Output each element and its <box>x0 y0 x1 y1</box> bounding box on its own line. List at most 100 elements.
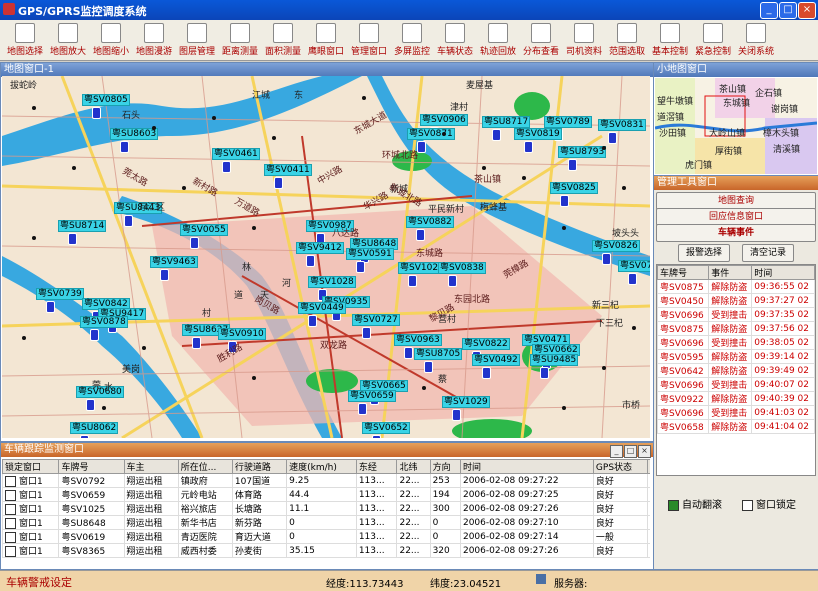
vehicle-car-icon[interactable] <box>628 273 637 285</box>
tracking-col-header[interactable]: 时间 <box>459 459 594 474</box>
alarm-setting-link[interactable]: 车辆警戒设定 <box>6 574 72 590</box>
tracking-lock-cell[interactable]: 窗口1 <box>2 515 60 530</box>
vehicle-label[interactable]: 粤SU8717 <box>482 116 531 128</box>
lock-checkbox[interactable] <box>5 490 16 501</box>
tab-vehicle-events[interactable]: 车辆事件 <box>656 224 816 242</box>
toolbar-button-14[interactable]: 范围选取 <box>606 22 648 58</box>
auto-scroll-checkbox[interactable]: 自动翻滚 <box>668 496 722 511</box>
toolbar-button-16[interactable]: 紧急控制 <box>692 22 734 58</box>
vehicle-car-icon[interactable] <box>524 141 533 153</box>
event-row[interactable]: 粤SV0922 解除防盗 09:40:39 02 <box>657 391 815 406</box>
tracking-row[interactable]: 窗口1 粤SV0619 翔运出租 青迈医院 育迈大道 0 113... 22... 0 2006-… <box>2 529 650 544</box>
tracking-col-header[interactable]: 东经 <box>355 459 398 474</box>
vehicle-label[interactable]: 粤SV0789 <box>544 116 592 128</box>
vehicle-label[interactable]: 粤SV0878 <box>80 316 128 328</box>
vehicle-car-icon[interactable] <box>192 337 201 349</box>
vehicle-car-icon[interactable] <box>602 253 611 265</box>
toolbar-button-0[interactable]: 地图选择 <box>4 22 46 58</box>
close-button[interactable]: × <box>798 2 816 19</box>
event-row[interactable]: 粤SV0696 受到撞击 09:38:05 02 <box>657 335 815 350</box>
tracking-row[interactable]: 窗口1 粤SV0659 翔运出租 元岭电站 体育路 44.4 113... 22... 194 2… <box>2 487 650 502</box>
event-row[interactable]: 粤SV0658 解除防盗 09:41:04 02 <box>657 419 815 434</box>
maximize-button[interactable]: □ <box>779 2 797 19</box>
toolbar-button-6[interactable]: 面积测量 <box>262 22 304 58</box>
vehicle-car-icon[interactable] <box>68 233 77 245</box>
vehicle-label[interactable]: 粤SV0825 <box>550 182 598 194</box>
vehicle-label[interactable]: 粤SV0729 <box>618 260 650 272</box>
vehicle-car-icon[interactable] <box>362 327 371 339</box>
vehicle-label[interactable]: 粤SV0461 <box>212 148 260 160</box>
toolbar-button-3[interactable]: 地图漫游 <box>133 22 175 58</box>
vehicle-label[interactable]: 粤SV0492 <box>472 354 520 366</box>
tracking-lock-cell[interactable]: 窗口1 <box>2 487 60 502</box>
event-row[interactable]: 粤SV0875 解除防盗 09:37:56 02 <box>657 321 815 336</box>
tracking-row[interactable]: 窗口1 粤SV0792 翔运出租 镇政府 107国道 9.25 113... 22... 253… <box>2 473 650 488</box>
vehicle-label[interactable]: 粤SV9463 <box>150 256 198 268</box>
lock-checkbox[interactable] <box>5 546 16 557</box>
vehicle-label[interactable]: 粤SV0826 <box>592 240 640 252</box>
event-col-event[interactable]: 事件 <box>708 265 753 280</box>
vehicle-label[interactable]: 粤SV0871 <box>407 128 455 140</box>
vehicle-car-icon[interactable] <box>417 141 426 153</box>
toolbar-button-13[interactable]: 司机资料 <box>563 22 605 58</box>
vehicle-label[interactable]: 粤SU8714 <box>58 220 107 232</box>
minimize-button[interactable]: _ <box>760 2 778 19</box>
vehicle-label[interactable]: 粤SV0739 <box>36 288 84 300</box>
toolbar-button-8[interactable]: 管理窗口 <box>348 22 390 58</box>
vehicle-car-icon[interactable] <box>86 399 95 411</box>
toolbar-button-9[interactable]: 多屏监控 <box>391 22 433 58</box>
vehicle-label[interactable]: 粤SV0727 <box>352 314 400 326</box>
toolbar-button-10[interactable]: 车辆状态 <box>434 22 476 58</box>
tracking-list[interactable]: 锁定窗口 车牌号 车主 所在位... 行驶道路 速度(km/h) 东经 北纬 方向 时间 GPS状态… <box>2 459 650 567</box>
vehicle-label[interactable]: 粤SV0882 <box>406 216 454 228</box>
event-row[interactable]: 粤SV0875 解除防盗 09:36:55 02 <box>657 279 815 294</box>
vehicle-label[interactable]: 粤SV0055 <box>180 224 228 236</box>
vehicle-label[interactable]: 粤SU9485 <box>530 354 579 366</box>
toolbar-button-7[interactable]: 鹰眼窗口 <box>305 22 347 58</box>
tracking-lock-cell[interactable]: 窗口1 <box>2 473 60 488</box>
toolbar-button-17[interactable]: 关闭系统 <box>735 22 777 58</box>
tracking-close-button[interactable]: × <box>638 445 651 458</box>
tracking-minimize-button[interactable]: _ <box>610 445 623 458</box>
vehicle-label[interactable]: 粤SV1029 <box>442 396 490 408</box>
event-col-plate[interactable]: 车牌号 <box>657 265 710 280</box>
tracking-col-header[interactable]: 所在位... <box>177 459 233 474</box>
vehicle-label[interactable]: 粤SV0659 <box>348 390 396 402</box>
tracking-col-header[interactable]: 行驶道路 <box>231 459 288 474</box>
event-row[interactable]: 粤SV0696 受到撞击 09:40:07 02 <box>657 377 815 392</box>
overview-map[interactable]: 茶山镇 望牛墩镇 东城镇 道滘镇 企石镇 谢岗镇 沙田镇 大岭山镇 樟木头镇 厚街镇 清溪镇 虎门镇 <box>655 78 817 174</box>
lock-checkbox[interactable] <box>5 476 16 487</box>
toolbar-button-15[interactable]: 基本控制 <box>649 22 691 58</box>
tracking-row[interactable]: 窗口1 粤SU8648 翔运出租 新华书店 新芬路 0 113... 22... 0 2006-0… <box>2 515 650 530</box>
vehicle-label[interactable]: 粤SV0819 <box>514 128 562 140</box>
lock-checkbox[interactable] <box>5 518 16 529</box>
tracking-col-header[interactable]: 车主 <box>123 459 179 474</box>
vehicle-label[interactable]: 粤SU8705 <box>414 348 463 360</box>
clear-records-button[interactable]: 清空记录 <box>742 244 794 262</box>
toolbar-button-11[interactable]: 轨迹回放 <box>477 22 519 58</box>
event-row[interactable]: 粤SV0642 解除防盗 09:39:49 02 <box>657 363 815 378</box>
vehicle-car-icon[interactable] <box>190 237 199 249</box>
vehicle-car-icon[interactable] <box>222 161 231 173</box>
vehicle-car-icon[interactable] <box>80 435 89 438</box>
vehicle-label[interactable]: 粤SV0411 <box>264 164 312 176</box>
vehicle-car-icon[interactable] <box>608 132 617 144</box>
vehicle-label[interactable]: 粤SV0910 <box>218 328 266 340</box>
vehicle-label[interactable]: 粤SV0831 <box>598 119 646 131</box>
lock-window-checkbox[interactable]: 窗口锁定 <box>742 496 796 511</box>
tracking-row[interactable]: 窗口1 粤SV8365 翔运出租 威西村委 孙麦街 35.15 113... 22... 320… <box>2 543 650 558</box>
event-row[interactable]: 粤SV0696 受到撞击 09:41:03 02 <box>657 405 815 420</box>
event-row[interactable]: 粤SV0696 受到撞击 09:37:35 02 <box>657 307 815 322</box>
vehicle-label[interactable]: 粤SU8603 <box>110 128 159 140</box>
tracking-col-header[interactable]: 速度(km/h) <box>286 459 357 474</box>
vehicle-car-icon[interactable] <box>560 195 569 207</box>
vehicle-car-icon[interactable] <box>424 361 433 373</box>
tracking-col-header[interactable]: 车牌号 <box>58 459 125 474</box>
toolbar-button-2[interactable]: 地图缩小 <box>90 22 132 58</box>
toolbar-button-4[interactable]: 图层管理 <box>176 22 218 58</box>
alarm-select-button[interactable]: 报警选择 <box>678 244 730 262</box>
event-col-time[interactable]: 时间 <box>751 265 815 280</box>
vehicle-car-icon[interactable] <box>372 435 381 438</box>
vehicle-car-icon[interactable] <box>416 229 425 241</box>
vehicle-car-icon[interactable] <box>358 403 367 415</box>
